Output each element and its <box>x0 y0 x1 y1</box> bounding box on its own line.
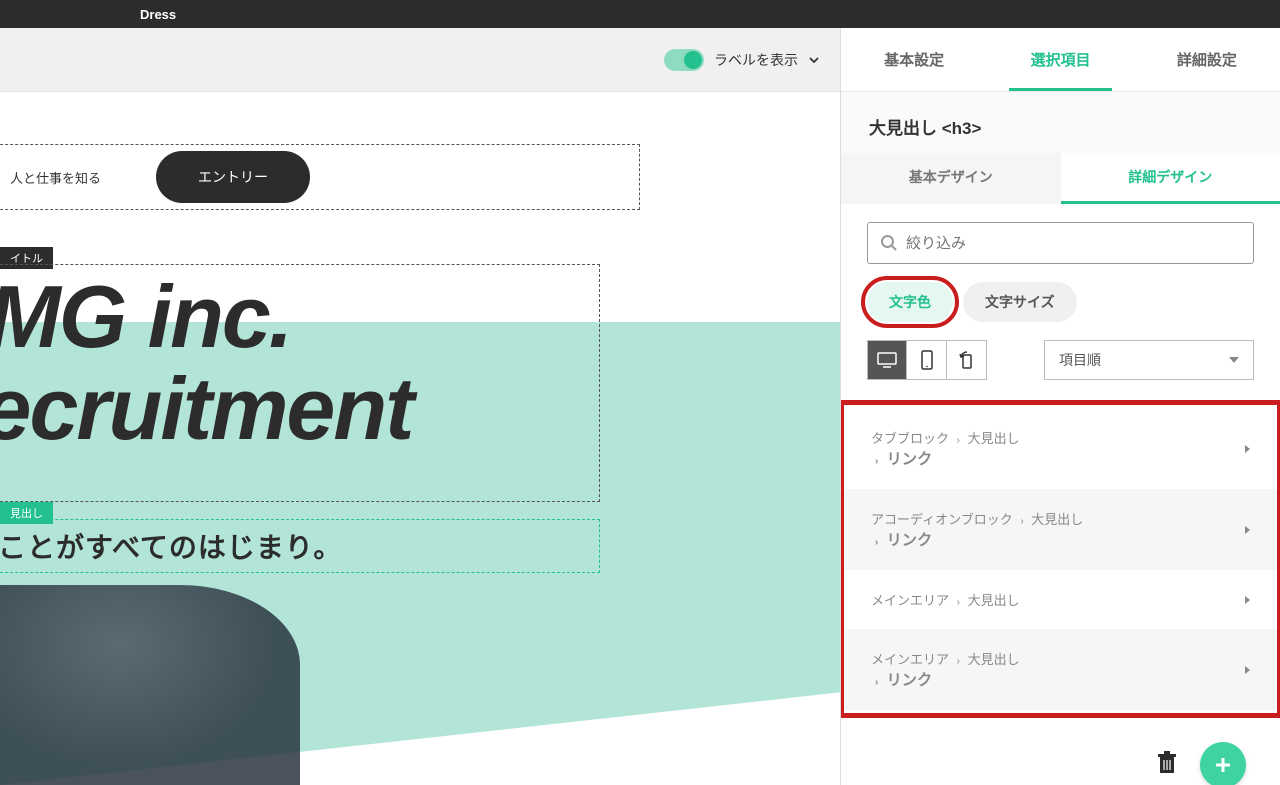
result-item[interactable]: メインエリア › 大見出し <box>841 570 1280 629</box>
action-row <box>867 716 1254 785</box>
result-breadcrumb: メインエリア › 大見出し › リンク <box>871 649 1020 690</box>
tab-selection[interactable]: 選択項目 <box>987 28 1133 91</box>
add-button[interactable] <box>1200 742 1246 785</box>
hero-photo <box>0 585 300 785</box>
chevron-right-icon <box>1245 666 1250 674</box>
selection-heading[interactable]: OMG inc. Recruitment <box>0 264 600 502</box>
desktop-icon <box>877 352 897 368</box>
result-breadcrumb: アコーディオンブロック › 大見出し › リンク <box>871 509 1083 550</box>
result-breadcrumb: メインエリア › 大見出し <box>871 590 1020 609</box>
panel-tabs: 基本設定 選択項目 詳細設定 <box>841 28 1280 92</box>
search-box[interactable] <box>867 222 1254 264</box>
selection-nav[interactable]: を知る 人と仕事を知る エントリー <box>0 144 640 210</box>
nav-item-2[interactable]: 人と仕事を知る <box>10 168 101 187</box>
side-panel: 基本設定 選択項目 詳細設定 大見出し <h3> 基本デザイン 詳細デザイン 文… <box>840 28 1280 785</box>
chevron-right-icon <box>1245 526 1250 534</box>
chip-text-size[interactable]: 文字サイズ <box>963 282 1077 322</box>
search-icon <box>880 234 898 252</box>
chevron-right-icon <box>1245 445 1250 453</box>
chip-text-color[interactable]: 文字色 <box>867 282 953 322</box>
tab-basic-settings[interactable]: 基本設定 <box>841 28 987 91</box>
preview-toolbar: ラベルを表示 <box>0 28 840 92</box>
device-row: 項目順 <box>867 340 1254 380</box>
plus-icon <box>1213 755 1233 775</box>
design-tabs: 基本デザイン 詳細デザイン <box>841 153 1280 204</box>
results-list: タブブロック › 大見出し › リンクアコーディオンブロック › 大見出し › … <box>841 402 1280 716</box>
chip-row: 文字色 文字サイズ <box>867 282 1254 322</box>
result-breadcrumb: タブブロック › 大見出し › リンク <box>871 428 1020 469</box>
trash-icon <box>1156 751 1178 775</box>
device-rotate-button[interactable] <box>947 340 987 380</box>
device-mobile-button[interactable] <box>907 340 947 380</box>
tab-basic-design[interactable]: 基本デザイン <box>841 153 1061 204</box>
big-title-line1: OMG inc. <box>0 271 599 363</box>
selection-subheading[interactable]: 楽しむことがすべてのはじまり。 <box>0 519 600 573</box>
tab-detail-design[interactable]: 詳細デザイン <box>1061 153 1280 204</box>
preview-body: を知る 人と仕事を知る エントリー イトル OMG inc. Recruitme… <box>0 92 840 785</box>
result-item[interactable]: アコーディオンブロック › 大見出し › リンク <box>841 489 1280 570</box>
result-item[interactable]: メインエリア › 大見出し › リンク <box>841 629 1280 710</box>
preview-pane: ラベルを表示 を知る 人と仕事を知る エントリー イトル OMG inc. Re… <box>0 28 840 785</box>
chevron-right-icon <box>1245 596 1250 604</box>
app-topbar: Dress <box>0 0 1280 28</box>
entry-button[interactable]: エントリー <box>156 151 310 203</box>
mobile-icon <box>921 350 933 370</box>
delete-button[interactable] <box>1156 751 1178 780</box>
search-input[interactable] <box>906 235 1241 252</box>
result-item[interactable]: タブブロック › 大見出し › リンク <box>841 408 1280 489</box>
label-toggle[interactable] <box>664 49 704 71</box>
sort-select[interactable]: 項目順 <box>1044 340 1254 380</box>
panel-header: 大見出し <h3> <box>841 92 1280 153</box>
device-desktop-button[interactable] <box>867 340 907 380</box>
big-title-line2: Recruitment <box>0 363 599 455</box>
rotate-icon <box>957 351 977 369</box>
chevron-down-icon[interactable] <box>808 54 820 66</box>
subtitle-text: 楽しむことがすべてのはじまり。 <box>0 526 342 566</box>
label-toggle-text: ラベルを表示 <box>714 50 798 70</box>
tab-detail-settings[interactable]: 詳細設定 <box>1134 28 1280 91</box>
sort-label: 項目順 <box>1059 350 1101 370</box>
dropdown-icon <box>1229 357 1239 363</box>
app-title: Dress <box>140 7 176 22</box>
